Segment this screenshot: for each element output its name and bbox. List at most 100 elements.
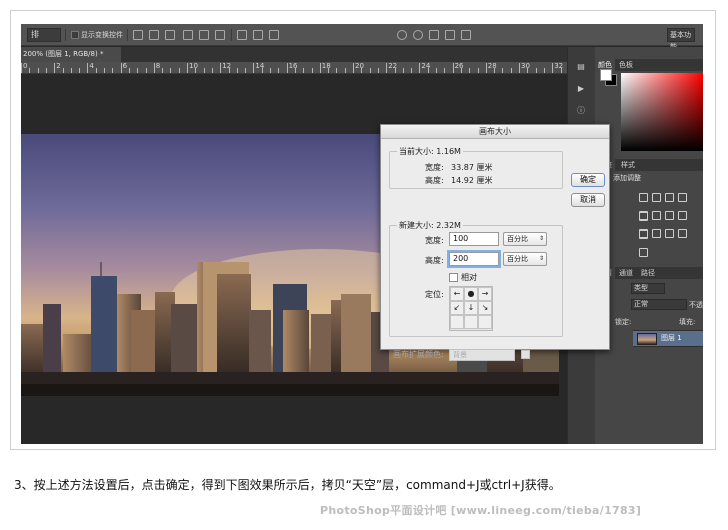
ruler-major-tick (519, 63, 520, 73)
ruler-minor-tick (195, 68, 197, 73)
posterize-icon[interactable] (652, 229, 661, 238)
layer-row-1[interactable]: 图层 1 (633, 330, 703, 347)
anchor-bottom-right[interactable] (478, 315, 492, 329)
align-bottom-icon[interactable] (165, 30, 175, 40)
3d-roll-icon[interactable] (413, 30, 423, 40)
ruler-minor-tick (469, 68, 471, 73)
ruler-minor-tick (361, 68, 363, 73)
ruler-minor-tick (228, 68, 230, 73)
ruler-minor-tick (294, 68, 296, 73)
align-vcenter-icon[interactable] (149, 30, 159, 40)
ruler-label: 14 (255, 62, 265, 70)
ruler-minor-tick (245, 68, 247, 73)
tab-styles[interactable]: 样式 (621, 159, 635, 171)
separator (127, 29, 128, 41)
3d-scale-icon[interactable] (461, 30, 471, 40)
extension-color-swatch[interactable] (521, 350, 530, 359)
color-balance-icon[interactable] (652, 211, 661, 220)
options-bar: 排 显示变换控件 基本功能 (21, 24, 703, 51)
ruler-minor-tick (477, 68, 479, 73)
history-panel-icon[interactable]: ▤ (574, 61, 588, 73)
distribute-bottom-icon[interactable] (269, 30, 279, 40)
gradient-map-icon[interactable] (678, 229, 687, 238)
ok-button[interactable]: 确定 (571, 173, 605, 187)
width-unit-select[interactable]: 百分比 ⇕ (503, 232, 547, 246)
anchor-arrow-right-icon[interactable]: → (478, 287, 492, 301)
tab-paths[interactable]: 路径 (641, 267, 655, 279)
ruler-minor-tick (543, 68, 545, 73)
anchor-bottom-center[interactable] (464, 315, 478, 329)
distribute-top-icon[interactable] (237, 30, 247, 40)
ruler-major-tick (21, 63, 22, 73)
chevron-updown-icon: ⇕ (538, 235, 544, 242)
foreground-color-swatch[interactable] (600, 69, 612, 81)
anchor-arrow-down-left-icon[interactable]: ↙ (450, 301, 464, 315)
anchor-arrow-left-icon[interactable]: ← (450, 287, 464, 301)
ruler-major-tick (386, 63, 388, 73)
extension-color-select[interactable]: 背景 (449, 349, 515, 361)
layer-kind-select[interactable]: 类型 (631, 283, 665, 294)
align-right-icon[interactable] (215, 30, 225, 40)
ruler-major-tick (286, 63, 288, 73)
height-input[interactable]: 200 (447, 250, 501, 268)
3d-pan-icon[interactable] (429, 30, 439, 40)
info-panel-icon[interactable]: ⓘ (574, 105, 588, 117)
align-top-icon[interactable] (133, 30, 143, 40)
ruler-major-tick (54, 63, 56, 73)
layers-panel-tabs: 图层 通道 路径 (595, 267, 703, 279)
relative-checkbox[interactable] (449, 273, 458, 282)
document-tab[interactable]: 200% (图层 1, RGB/8) * (21, 47, 121, 62)
anchor-label: 定位: (425, 290, 444, 299)
3d-slide-icon[interactable] (445, 30, 455, 40)
opacity-label: 不透明度: (689, 301, 703, 309)
levels-icon[interactable] (652, 193, 661, 202)
anchor-arrow-down-right-icon[interactable]: ↘ (478, 301, 492, 315)
brightness-icon[interactable] (639, 193, 648, 202)
invert-icon[interactable] (639, 229, 648, 238)
layer-thumbnail (637, 333, 657, 345)
threshold-icon[interactable] (665, 229, 674, 238)
anchor-arrow-down-icon[interactable]: ↓ (464, 301, 478, 315)
selective-color-icon[interactable] (639, 248, 648, 257)
cancel-button[interactable]: 取消 (571, 193, 605, 207)
ruler-minor-tick (128, 68, 130, 73)
anchor-bottom-left[interactable] (450, 315, 464, 329)
ruler-label: 18 (321, 62, 331, 70)
ruler-minor-tick (303, 68, 305, 73)
ruler-minor-tick (502, 68, 504, 73)
ruler-minor-tick (527, 68, 529, 73)
show-transform-controls-checkbox[interactable] (71, 31, 79, 39)
width-unit-value: 百分比 (507, 235, 528, 243)
hue-saturation-icon[interactable] (639, 211, 648, 220)
black-white-icon[interactable] (665, 211, 674, 220)
color-spectrum[interactable] (621, 73, 703, 151)
align-left-icon[interactable] (183, 30, 193, 40)
ruler-minor-tick (369, 68, 371, 73)
tutorial-caption: 3、按上述方法设置后，点击确定，得到下图效果所示后，拷贝“天空”层，comman… (14, 478, 561, 492)
new-size-label: 新建大小: 2.32M (397, 220, 463, 231)
actions-panel-icon[interactable]: ▶ (574, 83, 588, 95)
tab-swatches[interactable]: 色板 (619, 59, 633, 71)
ruler-major-tick (187, 63, 188, 73)
ruler-minor-tick (170, 68, 172, 73)
ruler-label: 10 (189, 62, 198, 70)
curves-icon[interactable] (665, 193, 674, 202)
photo-filter-icon[interactable] (678, 211, 687, 220)
ruler-minor-tick (112, 68, 114, 73)
exposure-icon[interactable] (678, 193, 687, 202)
lock-label: 锁定: (615, 318, 632, 326)
dialog-title: 画布大小 (381, 125, 609, 139)
height-unit-select[interactable]: 百分比 ⇕ (503, 252, 547, 266)
arrange-select[interactable]: 排 (27, 28, 61, 42)
anchor-center-top[interactable]: ● (464, 287, 478, 301)
blend-mode-select[interactable]: 正常 (631, 299, 687, 310)
3d-rotate-icon[interactable] (397, 30, 407, 40)
tab-channels[interactable]: 通道 (619, 267, 633, 279)
ruler-minor-tick (37, 68, 39, 73)
width-input[interactable]: 100 (449, 232, 499, 246)
distribute-vcenter-icon[interactable] (253, 30, 263, 40)
workspace-select[interactable]: 基本功能 (667, 28, 695, 51)
right-panels: 颜色 色板 调整 样式 添加调整 图层 通道 路径 类型 正常 不透明度: 锁定… (595, 47, 703, 444)
align-hcenter-icon[interactable] (199, 30, 209, 40)
height-label: 高度: (425, 256, 444, 265)
